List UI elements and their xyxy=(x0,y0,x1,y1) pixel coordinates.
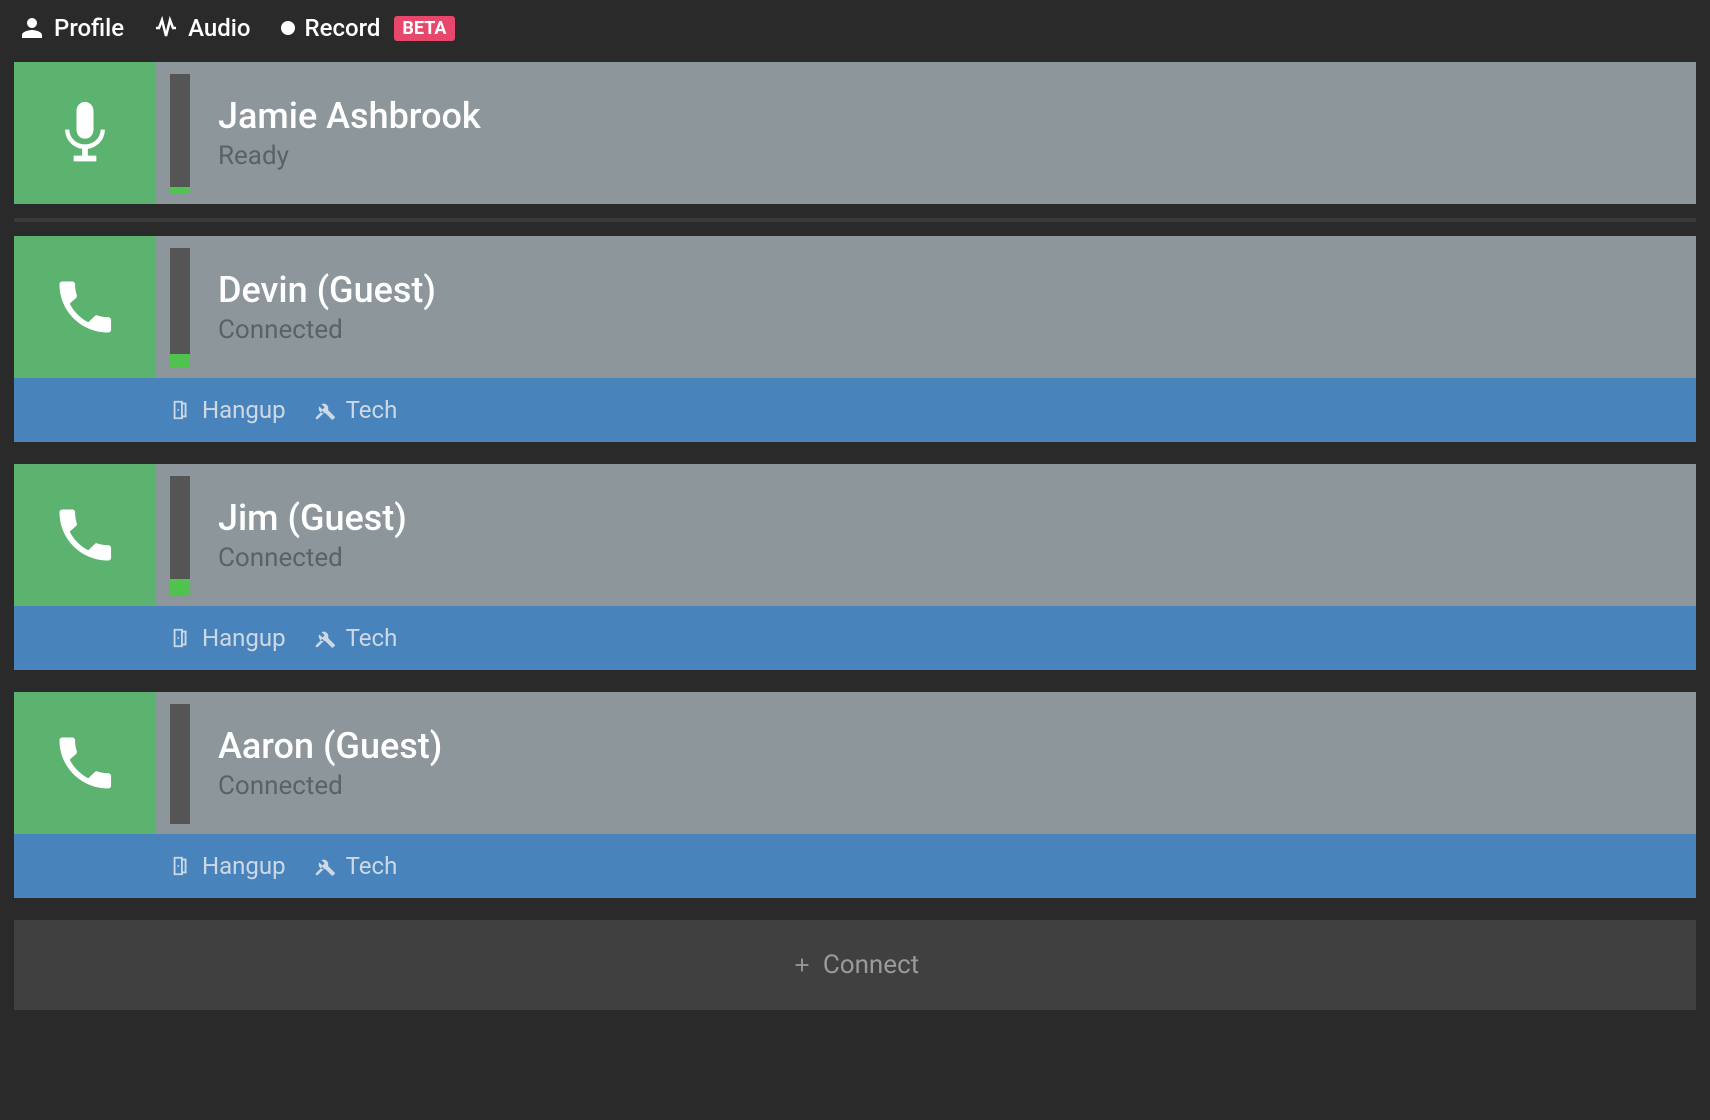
guest-row: Aaron (Guest) Connected xyxy=(14,692,1696,834)
guest-icon-box[interactable] xyxy=(14,464,156,606)
topbar: Profile Audio Record BETA xyxy=(0,0,1710,62)
host-meter-fill xyxy=(170,187,190,194)
guest-action-bar: Hangup Tech xyxy=(14,606,1696,670)
guest-icon-box[interactable] xyxy=(14,236,156,378)
beta-badge: BETA xyxy=(394,16,454,41)
phone-icon xyxy=(51,501,119,569)
audio-label: Audio xyxy=(188,14,250,42)
host-name: Jamie Ashbrook xyxy=(218,95,481,137)
hangup-label: Hangup xyxy=(202,624,286,652)
guest-info: Aaron (Guest) Connected xyxy=(190,692,470,834)
guest-row: Devin (Guest) Connected xyxy=(14,236,1696,378)
host-row: Jamie Ashbrook Ready xyxy=(14,62,1696,204)
guest-meter xyxy=(170,476,190,596)
host-icon-box[interactable] xyxy=(14,62,156,204)
guest-meter xyxy=(170,704,190,824)
tech-button[interactable]: Tech xyxy=(314,624,398,652)
host-meter xyxy=(170,74,190,194)
wave-icon xyxy=(154,16,178,40)
host-status: Ready xyxy=(218,141,481,171)
record-label: Record xyxy=(305,14,381,42)
divider xyxy=(14,218,1696,222)
host-info: Jamie Ashbrook Ready xyxy=(190,62,509,204)
guest-action-bar: Hangup Tech xyxy=(14,834,1696,898)
tools-icon xyxy=(314,855,336,877)
guest-status: Connected xyxy=(218,543,407,573)
plus-icon xyxy=(791,954,813,976)
tools-icon xyxy=(314,399,336,421)
hangup-label: Hangup xyxy=(202,396,286,424)
connect-label: Connect xyxy=(823,950,919,980)
microphone-icon xyxy=(51,99,119,167)
guest-meter-fill xyxy=(170,579,190,596)
guest-block: Devin (Guest) Connected Hangup Tech xyxy=(14,236,1696,442)
guest-name: Jim (Guest) xyxy=(218,497,407,539)
hangup-button[interactable]: Hangup xyxy=(170,852,286,880)
guest-status: Connected xyxy=(218,315,436,345)
host-block: Jamie Ashbrook Ready xyxy=(14,62,1696,204)
tech-button[interactable]: Tech xyxy=(314,852,398,880)
profile-tab[interactable]: Profile xyxy=(20,14,124,42)
tech-label: Tech xyxy=(346,852,398,880)
guest-meter-fill xyxy=(170,354,190,368)
door-icon xyxy=(170,855,192,877)
guest-info: Jim (Guest) Connected xyxy=(190,464,435,606)
guest-name: Aaron (Guest) xyxy=(218,725,442,767)
door-icon xyxy=(170,399,192,421)
connect-button[interactable]: Connect xyxy=(14,920,1696,1010)
hangup-button[interactable]: Hangup xyxy=(170,396,286,424)
guest-icon-box[interactable] xyxy=(14,692,156,834)
tech-button[interactable]: Tech xyxy=(314,396,398,424)
main-container: Jamie Ashbrook Ready Devin (Guest) Conne… xyxy=(0,62,1710,1010)
guest-row: Jim (Guest) Connected xyxy=(14,464,1696,606)
user-icon xyxy=(20,16,44,40)
hangup-label: Hangup xyxy=(202,852,286,880)
hangup-button[interactable]: Hangup xyxy=(170,624,286,652)
phone-icon xyxy=(51,729,119,797)
tech-label: Tech xyxy=(346,624,398,652)
door-icon xyxy=(170,627,192,649)
guest-name: Devin (Guest) xyxy=(218,269,436,311)
guest-block: Jim (Guest) Connected Hangup Tech xyxy=(14,464,1696,670)
record-dot-icon xyxy=(281,21,295,35)
record-tab[interactable]: Record BETA xyxy=(281,14,455,42)
profile-label: Profile xyxy=(54,14,124,42)
guest-action-bar: Hangup Tech xyxy=(14,378,1696,442)
guest-status: Connected xyxy=(218,771,442,801)
phone-icon xyxy=(51,273,119,341)
guest-block: Aaron (Guest) Connected Hangup Tech xyxy=(14,692,1696,898)
guests-list: Devin (Guest) Connected Hangup Tech xyxy=(14,236,1696,898)
guest-meter xyxy=(170,248,190,368)
tech-label: Tech xyxy=(346,396,398,424)
audio-tab[interactable]: Audio xyxy=(154,14,250,42)
guest-info: Devin (Guest) Connected xyxy=(190,236,464,378)
tools-icon xyxy=(314,627,336,649)
